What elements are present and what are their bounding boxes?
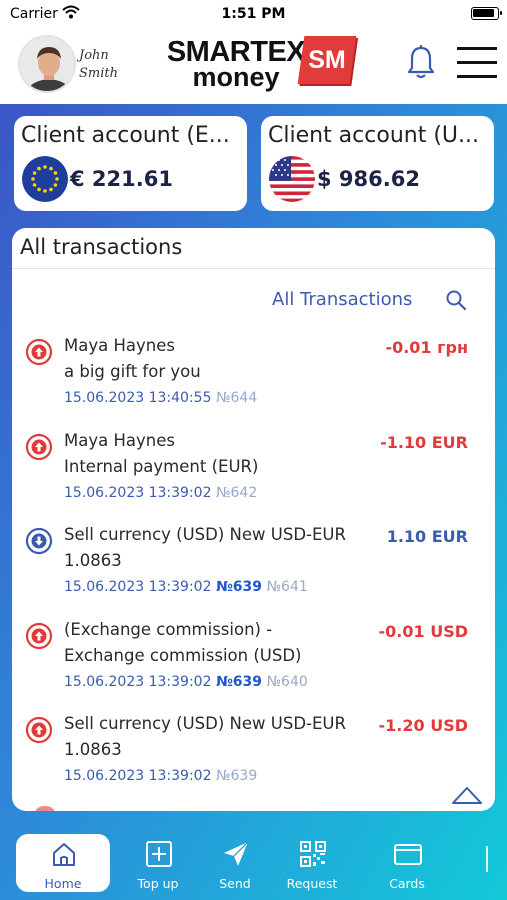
transaction-amount: 1.10 EUR xyxy=(386,527,468,546)
incoming-arrow-icon xyxy=(25,527,53,555)
transaction-datetime: 15.06.2023 13:39:02 xyxy=(64,768,212,784)
qr-code-icon xyxy=(300,841,326,867)
transactions-panel: All transactions All Transactions Maya H… xyxy=(12,228,495,811)
transaction-meta: 15.06.2023 13:39:02 №639 xyxy=(64,768,257,784)
transaction-row[interactable]: (Exchange commission) - Exchange commissi… xyxy=(12,612,495,702)
transaction-description: 1.0863 xyxy=(64,551,122,570)
transaction-number: №642 xyxy=(215,484,258,501)
bell-icon[interactable] xyxy=(405,44,437,80)
transaction-row[interactable]: Sell currency (USD) New USD-EUR 1.0863 15.… xyxy=(12,706,495,796)
transaction-reference[interactable]: №639 xyxy=(216,674,262,690)
transaction-amount: -1.20 USD xyxy=(378,716,468,735)
transaction-title: Maya Haynes xyxy=(64,336,175,355)
transaction-meta: 15.06.2023 13:39:02 №639 №640 xyxy=(64,674,308,690)
transaction-row[interactable]: Maya Haynes a big gift for you 15.06.2023 … xyxy=(12,328,495,418)
list-item-partial xyxy=(34,806,56,811)
scroll-top-icon[interactable] xyxy=(450,784,484,806)
menu-icon[interactable] xyxy=(457,45,497,80)
account-balance: € 221.61 xyxy=(70,167,173,191)
account-title: Client account (E... xyxy=(21,123,230,148)
tab-label: Cards xyxy=(389,876,425,891)
transaction-row[interactable]: Sell currency (USD) New USD-EUR 1.0863 15.… xyxy=(12,517,495,607)
search-icon[interactable] xyxy=(446,290,466,310)
battery-icon xyxy=(471,7,502,20)
tab-label: Home xyxy=(44,876,82,891)
logo-badge-text: SM xyxy=(308,46,346,74)
outgoing-arrow-icon xyxy=(25,622,53,649)
eu-flag-icon xyxy=(22,156,68,202)
card-icon xyxy=(394,844,422,865)
transaction-description: a big gift for you xyxy=(64,362,201,381)
transaction-description: Internal payment (EUR) xyxy=(64,456,259,476)
transaction-row[interactable]: Maya Haynes Internal payment (EUR) 15.06.2… xyxy=(12,423,495,513)
home-icon xyxy=(53,843,75,866)
transaction-title: Sell currency (USD) New USD-EUR xyxy=(64,525,346,544)
transaction-meta: 15.06.2023 13:39:02 №642 xyxy=(64,485,257,501)
tab-cards[interactable]: Cards xyxy=(360,834,454,892)
user-last-name: Smith xyxy=(79,66,118,81)
transaction-amount: -1.10 EUR xyxy=(380,432,468,452)
transaction-number: №639 xyxy=(215,768,258,784)
tab-overflow-indicator xyxy=(486,846,492,872)
send-icon xyxy=(224,841,249,866)
account-balance: $ 986.62 xyxy=(317,167,420,191)
transaction-amount: -0.01 грн xyxy=(385,338,468,357)
transaction-number: №640 xyxy=(266,673,308,690)
logo-line2: money xyxy=(192,62,280,92)
account-card-eur[interactable]: Client account (E... € 221.61 xyxy=(14,116,247,211)
panel-title: All transactions xyxy=(20,235,183,259)
tab-request[interactable]: Request xyxy=(265,834,359,892)
divider xyxy=(12,268,495,269)
tab-bar: Home Top up Send Request Cards xyxy=(0,826,507,900)
transaction-title: Maya Haynes xyxy=(64,430,175,450)
transaction-description: 1.0863 xyxy=(64,740,122,759)
us-flag-icon xyxy=(269,156,315,202)
account-card-usd[interactable]: Client account (U... $ 986.62 xyxy=(261,116,494,211)
user-first-name: John xyxy=(79,48,109,63)
logo-badge: SM xyxy=(297,36,357,84)
app-logo: SMARTEX money xyxy=(166,38,306,92)
transaction-datetime: 15.06.2023 13:39:02 xyxy=(64,484,212,501)
transaction-title: Sell currency (USD) New USD-EUR xyxy=(64,714,346,733)
transaction-number: №641 xyxy=(266,579,308,595)
transaction-description: Exchange commission (USD) xyxy=(64,645,302,665)
tab-label: Request xyxy=(286,876,338,891)
transaction-title: (Exchange commission) - xyxy=(64,619,273,639)
outgoing-arrow-icon xyxy=(25,716,53,744)
transaction-meta: 15.06.2023 13:39:02 №639 №641 xyxy=(64,579,308,595)
transaction-number: №644 xyxy=(215,390,258,406)
transaction-datetime: 15.06.2023 13:39:02 xyxy=(64,673,212,690)
outgoing-arrow-icon xyxy=(25,338,53,366)
clock: 1:51 PM xyxy=(221,6,286,22)
tab-home[interactable]: Home xyxy=(16,834,110,892)
transaction-datetime: 15.06.2023 13:39:02 xyxy=(64,579,212,595)
transaction-meta: 15.06.2023 13:40:55 №644 xyxy=(64,390,257,406)
plus-square-icon xyxy=(146,841,172,867)
transactions-filter[interactable]: All Transactions xyxy=(272,289,412,310)
transaction-datetime: 15.06.2023 13:40:55 xyxy=(64,390,212,406)
account-title: Client account (U... xyxy=(268,123,479,148)
transaction-amount: -0.01 USD xyxy=(378,621,468,641)
avatar[interactable] xyxy=(18,35,76,93)
outgoing-arrow-icon xyxy=(25,433,53,460)
user-name: John Smith xyxy=(79,47,118,83)
transaction-reference[interactable]: №639 xyxy=(216,579,262,595)
status-bar: Carrier 1:51 PM xyxy=(0,0,507,28)
